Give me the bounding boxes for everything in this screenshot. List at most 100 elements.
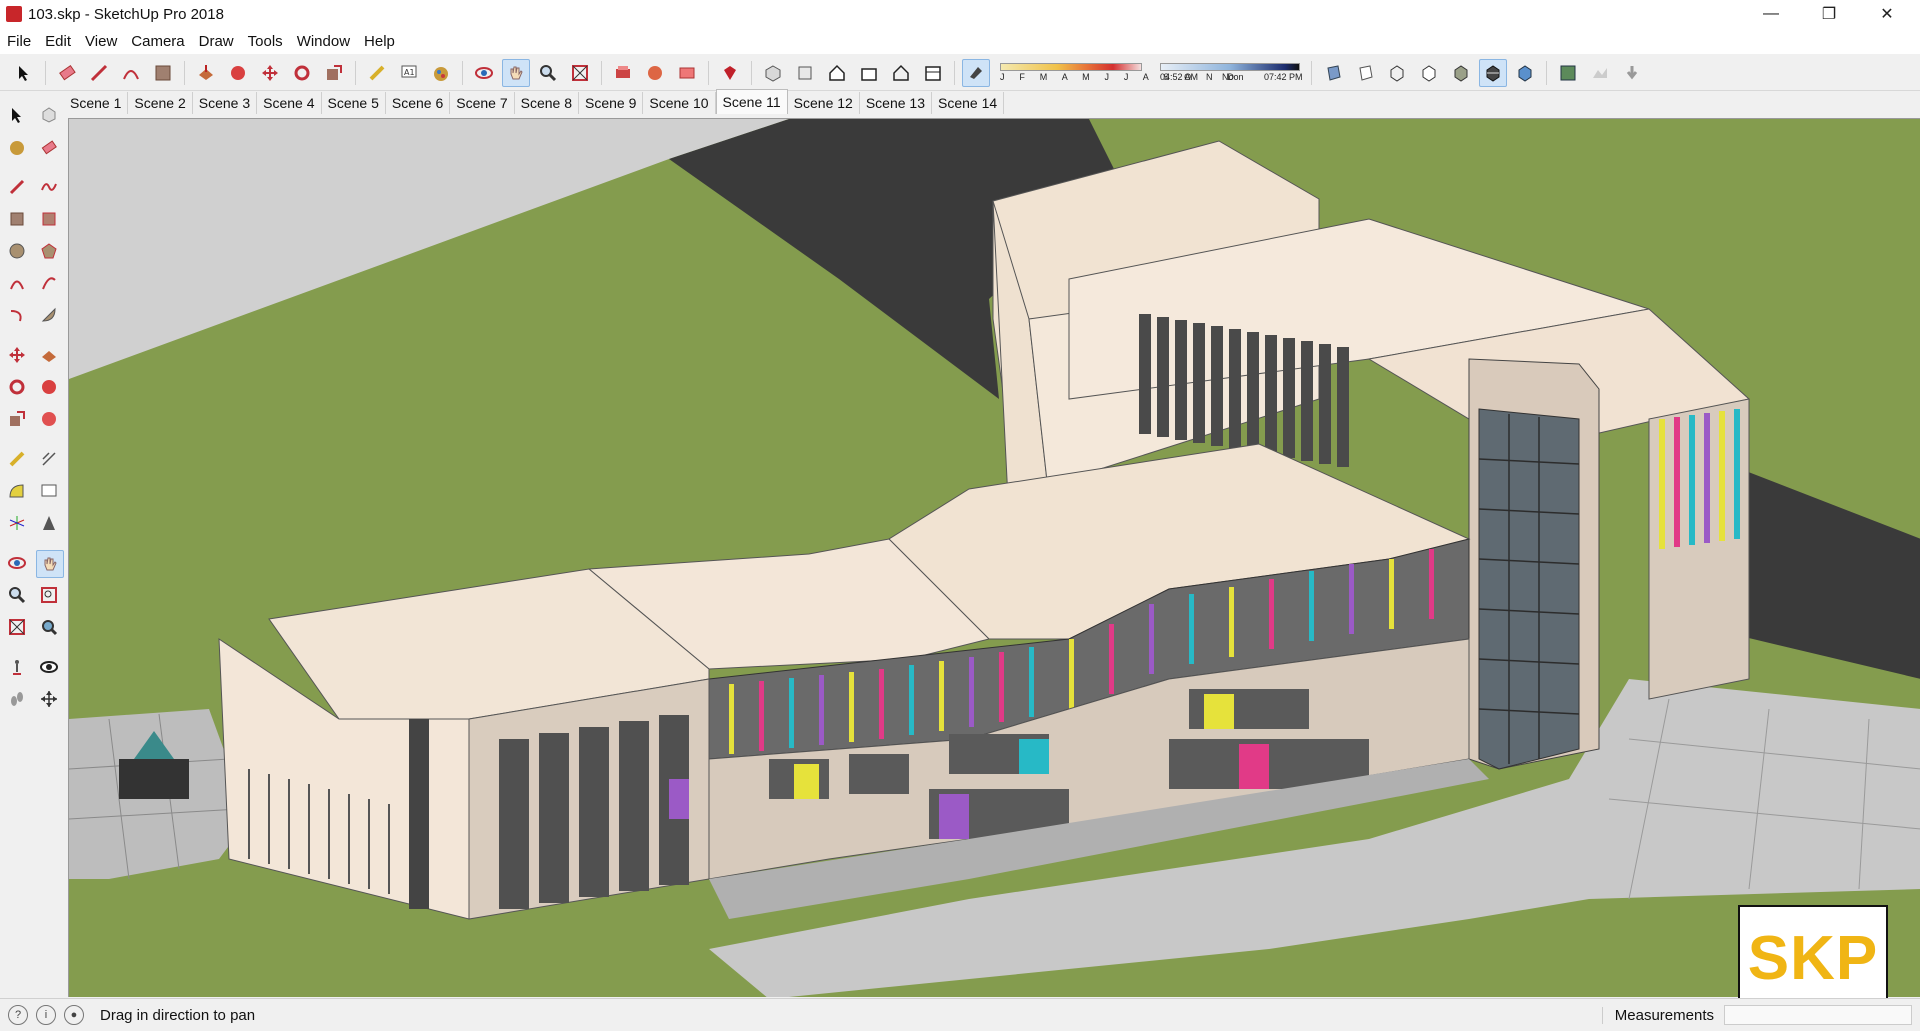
circle-tool-icon[interactable]	[4, 238, 30, 264]
move-tool-icon[interactable]	[4, 342, 30, 368]
make-component-icon[interactable]	[36, 102, 62, 128]
tape-measure-icon[interactable]	[4, 446, 30, 472]
scale-tool-icon[interactable]	[320, 59, 348, 87]
tab-scene-1[interactable]: Scene 1	[64, 92, 129, 114]
walk-tool-icon[interactable]	[4, 686, 30, 712]
menu-window[interactable]: Window	[290, 33, 357, 50]
tab-scene-7[interactable]: Scene 7	[450, 92, 515, 114]
3d-text-icon[interactable]	[36, 510, 62, 536]
pan-tool-icon[interactable]	[502, 59, 530, 87]
rectangle-tool-icon[interactable]	[149, 59, 177, 87]
rectangle-tool-icon[interactable]	[4, 206, 30, 232]
credits-icon[interactable]: i	[36, 1005, 56, 1025]
eraser-tool-icon[interactable]	[36, 134, 62, 160]
zoom-tool-icon[interactable]	[4, 582, 30, 608]
orbit-tool-icon[interactable]	[4, 550, 30, 576]
dimension-tool-icon[interactable]	[36, 446, 62, 472]
text-tool-icon[interactable]: A1	[395, 59, 423, 87]
right-view-icon[interactable]	[855, 59, 883, 87]
pie-tool-icon[interactable]	[36, 302, 62, 328]
axes-tool-icon[interactable]	[4, 510, 30, 536]
tab-scene-2[interactable]: Scene 2	[128, 92, 193, 114]
front-view-icon[interactable]	[823, 59, 851, 87]
tab-scene-10[interactable]: Scene 10	[643, 92, 716, 114]
restore-button[interactable]: ❐	[1800, 0, 1858, 28]
tab-scene-5[interactable]: Scene 5	[322, 92, 386, 114]
two-point-arc-icon[interactable]	[36, 270, 62, 296]
push-pull-icon[interactable]	[36, 342, 62, 368]
three-point-arc-icon[interactable]	[4, 302, 30, 328]
tape-measure-icon[interactable]	[363, 59, 391, 87]
offset-tool-icon[interactable]	[36, 406, 62, 432]
minimize-button[interactable]: —	[1742, 0, 1800, 28]
close-button[interactable]: ✕	[1858, 0, 1916, 28]
iso-view-icon[interactable]	[759, 59, 787, 87]
zoom-extents-icon[interactable]	[4, 614, 30, 640]
zoom-tool-icon[interactable]	[534, 59, 562, 87]
hidden-line-style-icon[interactable]	[1415, 59, 1443, 87]
xray-style-icon[interactable]	[1319, 59, 1347, 87]
zoom-window-icon[interactable]	[36, 582, 62, 608]
user-account-icon[interactable]: ●	[64, 1005, 84, 1025]
rotate-tool-icon[interactable]	[4, 374, 30, 400]
back-view-icon[interactable]	[887, 59, 915, 87]
move-tool-icon[interactable]	[256, 59, 284, 87]
tab-scene-6[interactable]: Scene 6	[386, 92, 451, 114]
tab-scene-4[interactable]: Scene 4	[257, 92, 322, 114]
back-edges-style-icon[interactable]	[1351, 59, 1379, 87]
select-tool-icon[interactable]	[10, 59, 38, 87]
follow-me-icon[interactable]	[36, 374, 62, 400]
arc-tool-icon[interactable]	[117, 59, 145, 87]
monochrome-style-icon[interactable]	[1511, 59, 1539, 87]
menu-tools[interactable]: Tools	[241, 33, 290, 50]
rotate-tool-icon[interactable]	[288, 59, 316, 87]
shaded-textures-style-icon[interactable]	[1479, 59, 1507, 87]
pan-tool-icon[interactable]	[36, 550, 64, 578]
shadow-time-slider[interactable]: 04:52 AM Noon 07:42 PM	[1156, 59, 1306, 87]
push-pull-icon[interactable]	[192, 59, 220, 87]
toggle-terrain-icon[interactable]	[1586, 59, 1614, 87]
menu-file[interactable]: File	[0, 33, 38, 50]
menu-view[interactable]: View	[78, 33, 124, 50]
tab-scene-11[interactable]: Scene 11	[715, 89, 788, 114]
left-view-icon[interactable]	[919, 59, 947, 87]
select-tool-icon[interactable]	[4, 102, 30, 128]
share-model-icon[interactable]	[673, 59, 701, 87]
freehand-tool-icon[interactable]	[36, 174, 62, 200]
section-plane-icon[interactable]	[36, 686, 62, 712]
look-around-icon[interactable]	[36, 654, 62, 680]
polygon-tool-icon[interactable]	[36, 238, 62, 264]
zoom-extents-icon[interactable]	[566, 59, 594, 87]
warehouse-icon[interactable]	[609, 59, 637, 87]
line-tool-icon[interactable]	[4, 174, 30, 200]
shaded-style-icon[interactable]	[1447, 59, 1475, 87]
pencil-tool-icon[interactable]	[85, 59, 113, 87]
rotated-rectangle-icon[interactable]	[36, 206, 62, 232]
tab-scene-9[interactable]: Scene 9	[579, 92, 644, 114]
menu-camera[interactable]: Camera	[124, 33, 191, 50]
previous-view-icon[interactable]	[36, 614, 62, 640]
tab-scene-8[interactable]: Scene 8	[515, 92, 579, 114]
model-viewport[interactable]	[68, 118, 1920, 997]
shadows-toggle-icon[interactable]	[962, 59, 990, 87]
arc-tool-icon[interactable]	[4, 270, 30, 296]
menu-help[interactable]: Help	[357, 33, 402, 50]
measurements-input[interactable]	[1724, 1005, 1912, 1025]
tab-scene-13[interactable]: Scene 13	[860, 92, 933, 114]
menu-draw[interactable]: Draw	[192, 33, 241, 50]
paint-bucket-icon[interactable]	[427, 59, 455, 87]
text-tool-icon[interactable]	[36, 478, 62, 504]
tab-scene-3[interactable]: Scene 3	[193, 92, 258, 114]
follow-me-icon[interactable]	[224, 59, 252, 87]
scale-tool-icon[interactable]	[4, 406, 30, 432]
photo-textures-icon[interactable]	[1618, 59, 1646, 87]
extension-warehouse-icon[interactable]	[641, 59, 669, 87]
orbit-tool-icon[interactable]	[470, 59, 498, 87]
top-view-icon[interactable]	[791, 59, 819, 87]
ruby-console-icon[interactable]	[716, 59, 744, 87]
geolocation-icon[interactable]: ?	[8, 1005, 28, 1025]
shadow-month-slider[interactable]: J F M A M J J A S O N D	[996, 59, 1234, 87]
position-camera-icon[interactable]	[4, 654, 30, 680]
paint-bucket-icon[interactable]	[4, 134, 30, 160]
protractor-tool-icon[interactable]	[4, 478, 30, 504]
